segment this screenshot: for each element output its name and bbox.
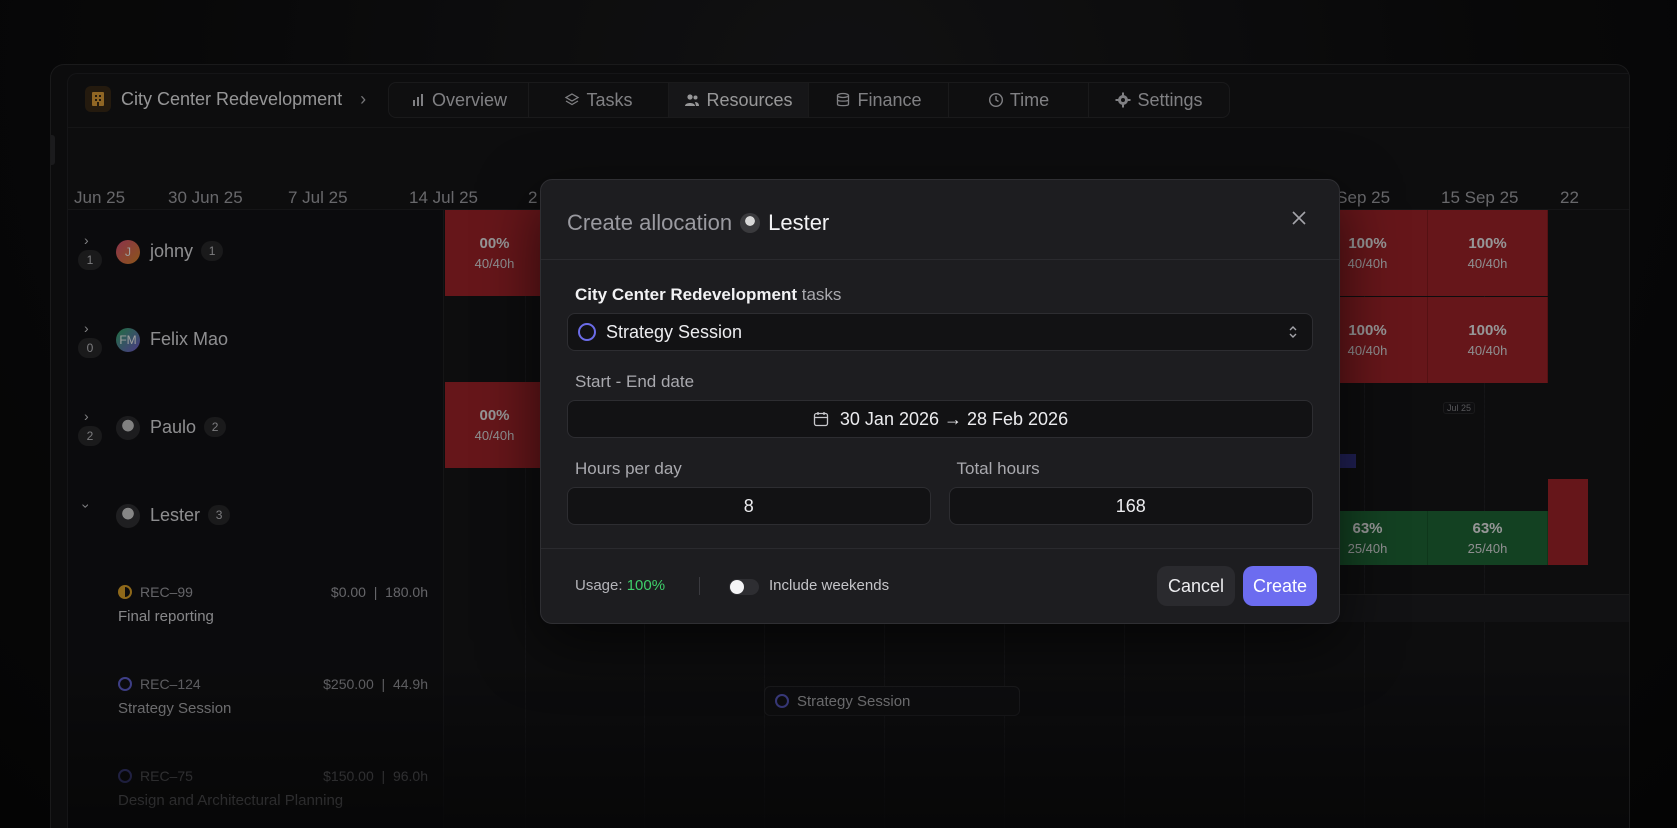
task-select[interactable]: Strategy Session [567, 313, 1313, 351]
total-hours-label: Total hours [956, 459, 1040, 478]
calendar-icon [813, 412, 829, 427]
dialog-body: City Center Redevelopment tasks Strategy… [541, 285, 1339, 525]
hours-per-day-label: Hours per day [575, 459, 682, 478]
project-name: City Center Redevelopment [575, 285, 797, 304]
task-select-label: City Center Redevelopment tasks [575, 285, 1313, 305]
include-weekends-toggle[interactable] [729, 579, 759, 595]
dialog-title: Create allocation Lester [567, 210, 829, 236]
create-allocation-dialog: Create allocation Lester City Center Red… [540, 179, 1340, 624]
total-hours-value: 168 [1115, 495, 1146, 516]
dialog-person-name: Lester [768, 210, 830, 235]
dialog-title-text: Create allocation [567, 210, 733, 235]
total-hours-input[interactable]: 168 [948, 487, 1313, 525]
date-range-value: 30 Jan 2026 → 28 Feb 2026 [839, 408, 1069, 429]
toggle-knob [730, 580, 744, 594]
usage-value: 100% [626, 577, 666, 594]
date-range-picker[interactable]: 30 Jan 2026 → 28 Feb 2026 [567, 400, 1313, 438]
hours-per-day-value: 8 [743, 495, 754, 516]
todo-status-icon [578, 323, 596, 341]
avatar [740, 213, 761, 233]
close-icon[interactable] [1289, 208, 1309, 228]
cancel-button[interactable]: Cancel [1157, 566, 1235, 606]
include-weekends-label: Include weekends [769, 577, 890, 594]
dialog-header: Create allocation Lester [541, 180, 1339, 260]
tasks-suffix: tasks [801, 285, 842, 304]
create-button[interactable]: Create [1243, 566, 1317, 606]
task-select-value: Strategy Session [606, 321, 743, 342]
usage-indicator: Usage: 100% [575, 577, 665, 594]
date-range-label: Start - End date [575, 372, 695, 391]
dialog-footer: Usage: 100% Include weekends Cancel Crea… [541, 548, 1339, 623]
usage-label: Usage: [575, 577, 623, 594]
chevron-up-down-icon [1289, 326, 1297, 338]
divider [699, 577, 700, 595]
hours-per-day-input[interactable]: 8 [567, 487, 931, 525]
